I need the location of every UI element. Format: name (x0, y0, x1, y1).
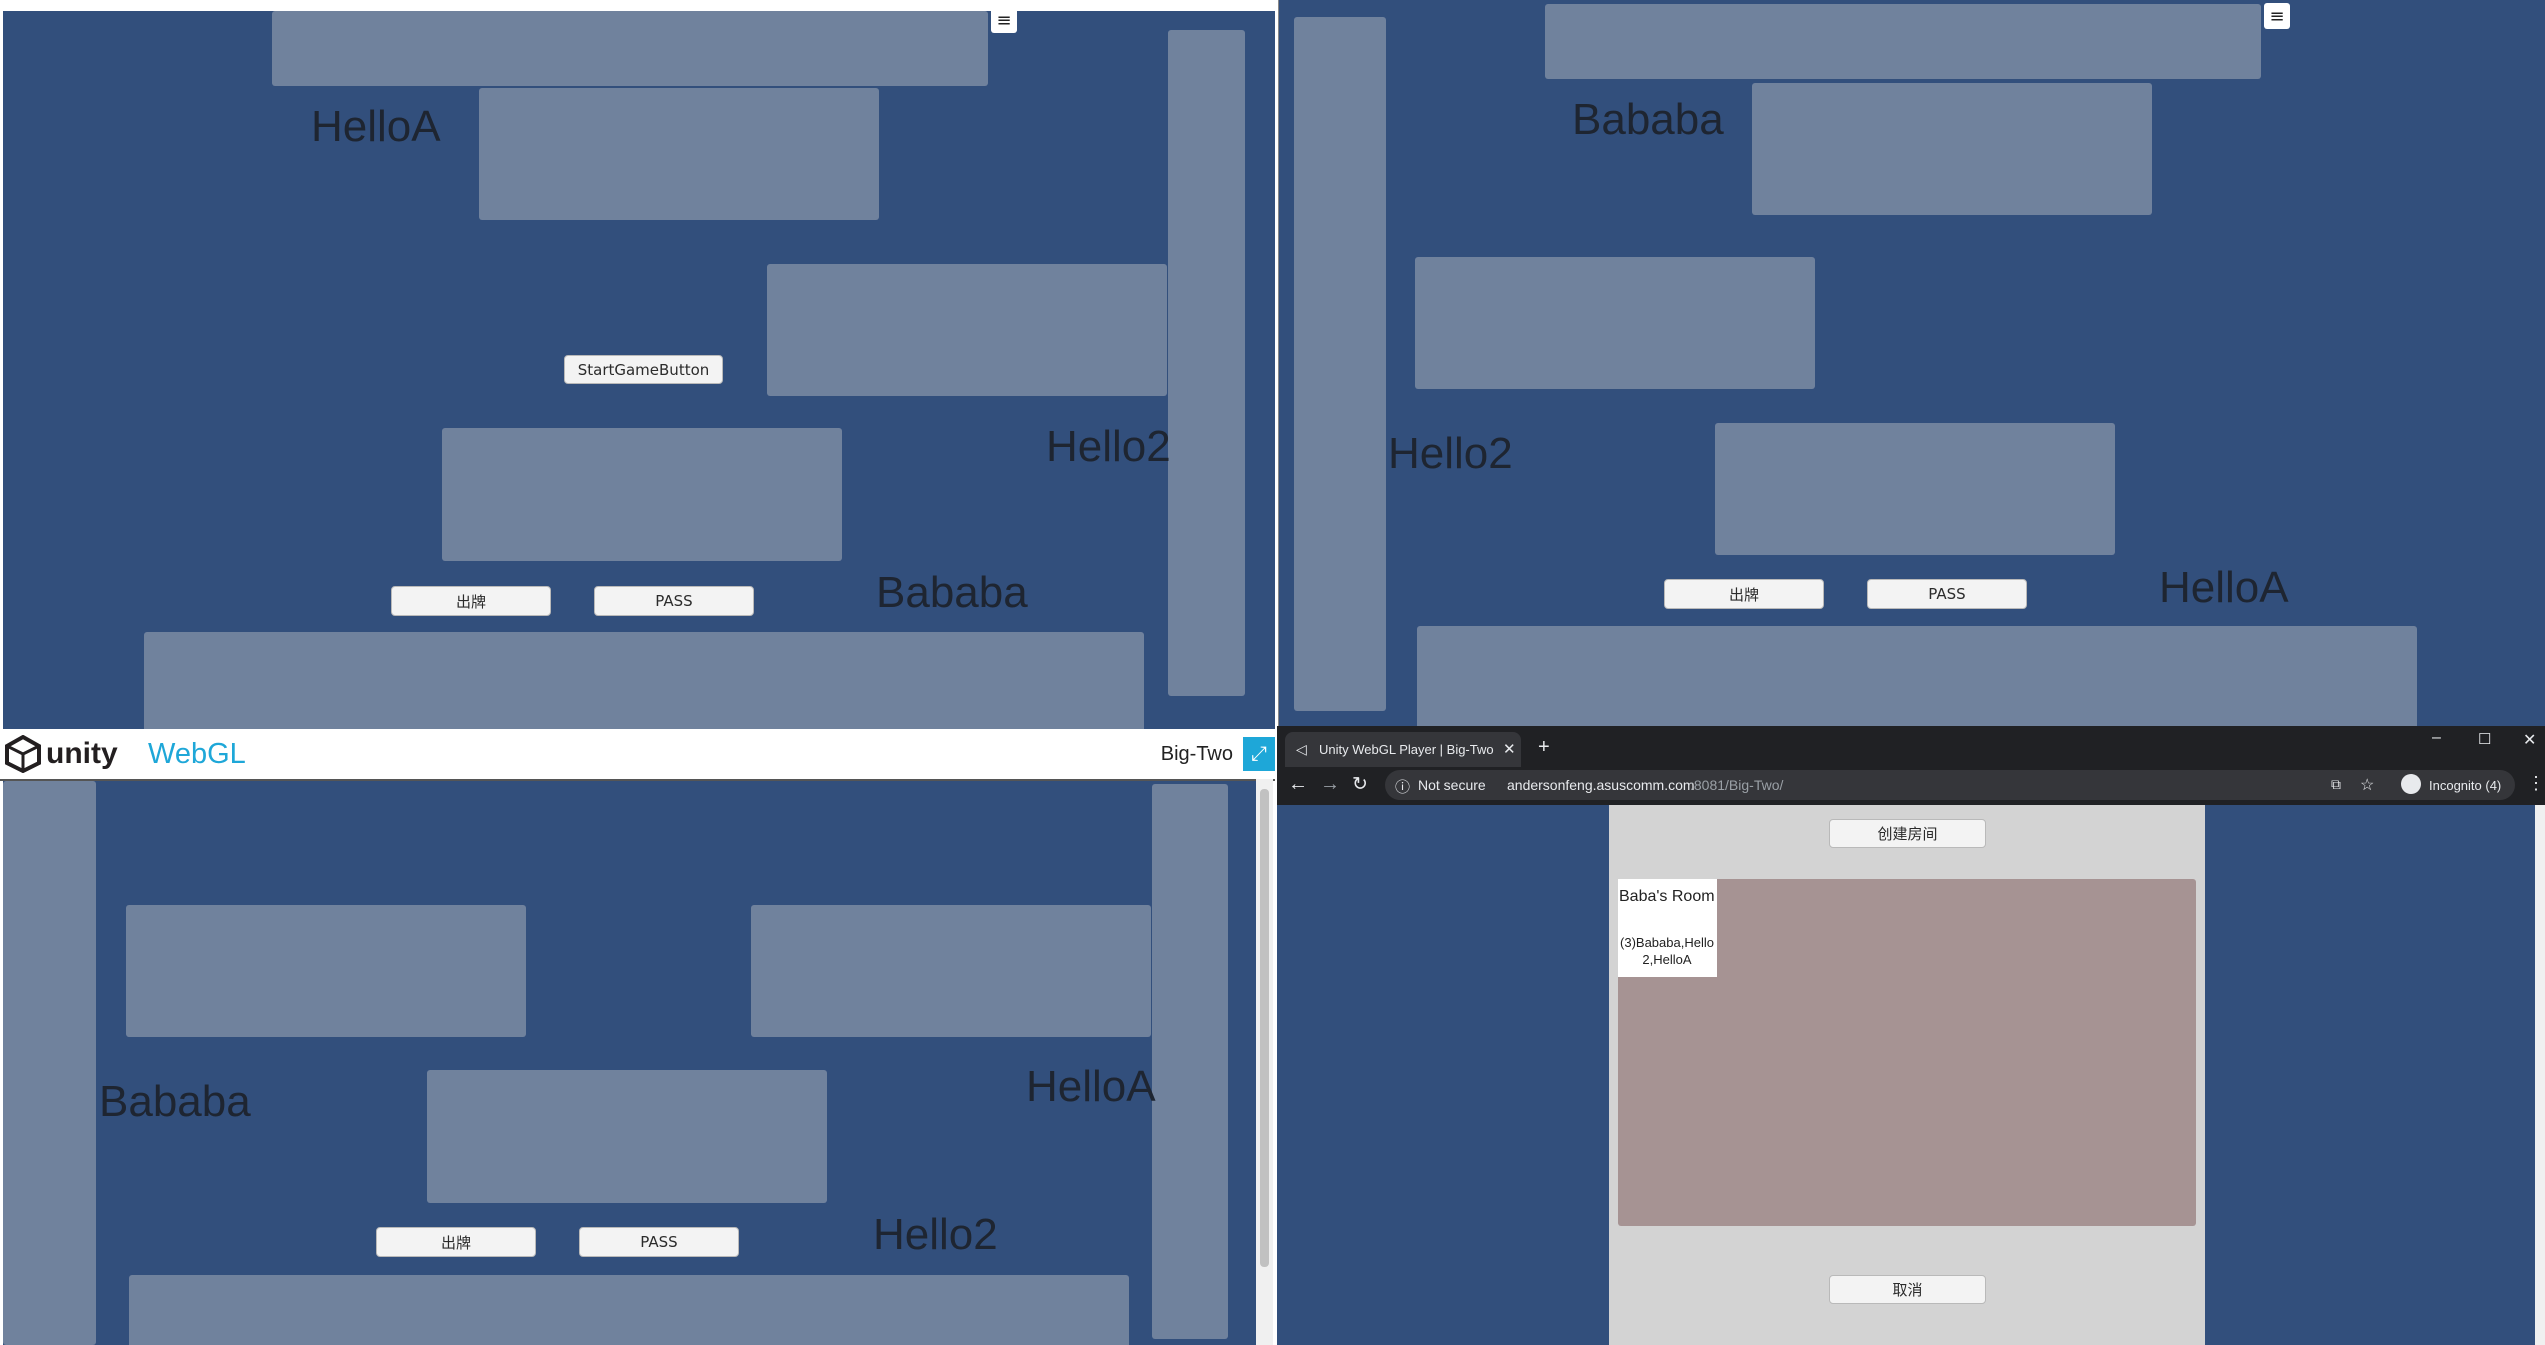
webgl-label: WebGL (148, 738, 246, 770)
card-slot (427, 1070, 827, 1203)
hand-card-slot (1417, 626, 2417, 726)
vertical-card-slot (1168, 30, 1245, 696)
minimize-icon[interactable]: – (2432, 729, 2441, 747)
close-tab-icon[interactable]: ✕ (1503, 740, 1516, 758)
start-game-button[interactable]: StartGameButton (564, 355, 723, 384)
player-name-top: Bababa (1572, 95, 1724, 144)
vertical-scrollbar[interactable] (1256, 779, 1273, 1345)
new-tab-icon[interactable]: + (1538, 736, 1550, 759)
play-cards-button[interactable]: 出牌 (391, 586, 551, 616)
pass-button[interactable]: PASS (579, 1227, 739, 1257)
tab-title: Unity WebGL Player | Big-Two (1319, 742, 1494, 757)
url-host: andersonfeng.asuscomm.com (1507, 777, 1695, 793)
pass-button[interactable]: PASS (594, 586, 754, 616)
back-icon[interactable]: ← (1288, 773, 1308, 796)
scrollbar-thumb[interactable] (1260, 789, 1269, 1267)
play-cards-button[interactable]: 出牌 (1664, 579, 1824, 609)
vertical-card-slot (1152, 784, 1228, 1339)
player-name-bottom: Hello2 (873, 1210, 998, 1259)
hand-card-slot (144, 632, 1144, 729)
game-view-bottom-left: Bababa HelloA 出牌 PASS Hello2 (3, 781, 1256, 1345)
menu-icon[interactable]: ≡ (991, 11, 1017, 33)
card-slot (1415, 257, 1815, 389)
card-slot (751, 905, 1151, 1037)
close-window-icon[interactable]: ✕ (2523, 730, 2536, 750)
player-name-bottom: Bababa (876, 568, 1028, 617)
unity-logo-icon (5, 735, 41, 773)
card-slot (442, 428, 842, 561)
star-icon[interactable]: ☆ (2360, 775, 2374, 795)
card-slot (1545, 4, 2261, 79)
card-slot (1752, 83, 2152, 215)
play-cards-button[interactable]: 出牌 (376, 1227, 536, 1257)
menu-icon[interactable]: ≡ (2264, 3, 2290, 29)
player-name-bottom: HelloA (2159, 563, 2289, 612)
reload-icon[interactable]: ↻ (1352, 773, 1368, 796)
vertical-card-slot (1294, 17, 1386, 711)
more-menu-icon[interactable]: ⋮ (2527, 773, 2545, 794)
unity-footer: unity WebGL Big-Two ⤢ (0, 729, 1275, 781)
card-slot (272, 11, 988, 86)
info-icon: ⓘ (1395, 779, 1411, 796)
unity-logo-text: unity (46, 737, 118, 770)
game-title: Big-Two (1160, 743, 1233, 765)
pass-button[interactable]: PASS (1867, 579, 2027, 609)
room-card[interactable]: Baba's Room (3)Bababa,Hello2,HelloA (1618, 879, 1717, 977)
player-name-right: Hello2 (1046, 422, 1171, 471)
card-slot (126, 905, 526, 1037)
game-view-top-right: ≡ Bababa Hello2 出牌 PASS HelloA (1278, 0, 2545, 726)
hand-card-slot (129, 1275, 1129, 1345)
card-slot (479, 88, 879, 220)
cancel-button[interactable]: 取消 (1829, 1275, 1986, 1304)
security-status: Not secure (1418, 777, 1486, 793)
room-name: Baba's Room (1619, 888, 1715, 905)
incognito-icon (2401, 774, 2421, 794)
game-view-top-left: ≡ HelloA StartGameButton Hello2 出牌 PASS … (3, 11, 1275, 729)
vertical-card-slot (3, 781, 96, 1345)
player-name-left: Bababa (99, 1077, 251, 1126)
fullscreen-icon[interactable]: ⤢ (1243, 737, 1275, 771)
card-slot (1715, 423, 2115, 555)
lobby-scrollbar[interactable] (2535, 805, 2545, 1345)
profile-label[interactable]: Incognito (4) (2429, 778, 2501, 793)
card-slot (767, 264, 1167, 396)
browser-tab[interactable]: ◁ Unity WebGL Player | Big-Two ✕ (1285, 732, 1521, 767)
translate-icon[interactable]: ⧉ (2331, 776, 2341, 793)
room-players: (3)Bababa,Hello2,HelloA (1620, 935, 1714, 967)
address-bar[interactable]: ⓘ Not secure andersonfeng.asuscomm.com :… (1385, 770, 2515, 800)
forward-icon[interactable]: → (1320, 773, 1340, 796)
url-path: :8081/Big-Two/ (1690, 777, 1784, 793)
unity-tab-icon: ◁ (1296, 741, 1307, 757)
player-name-top: HelloA (311, 102, 441, 151)
player-name-right: HelloA (1026, 1062, 1156, 1111)
create-room-button[interactable]: 创建房间 (1829, 819, 1986, 848)
player-name-left: Hello2 (1388, 429, 1513, 478)
maximize-icon[interactable]: ☐ (2478, 730, 2491, 748)
